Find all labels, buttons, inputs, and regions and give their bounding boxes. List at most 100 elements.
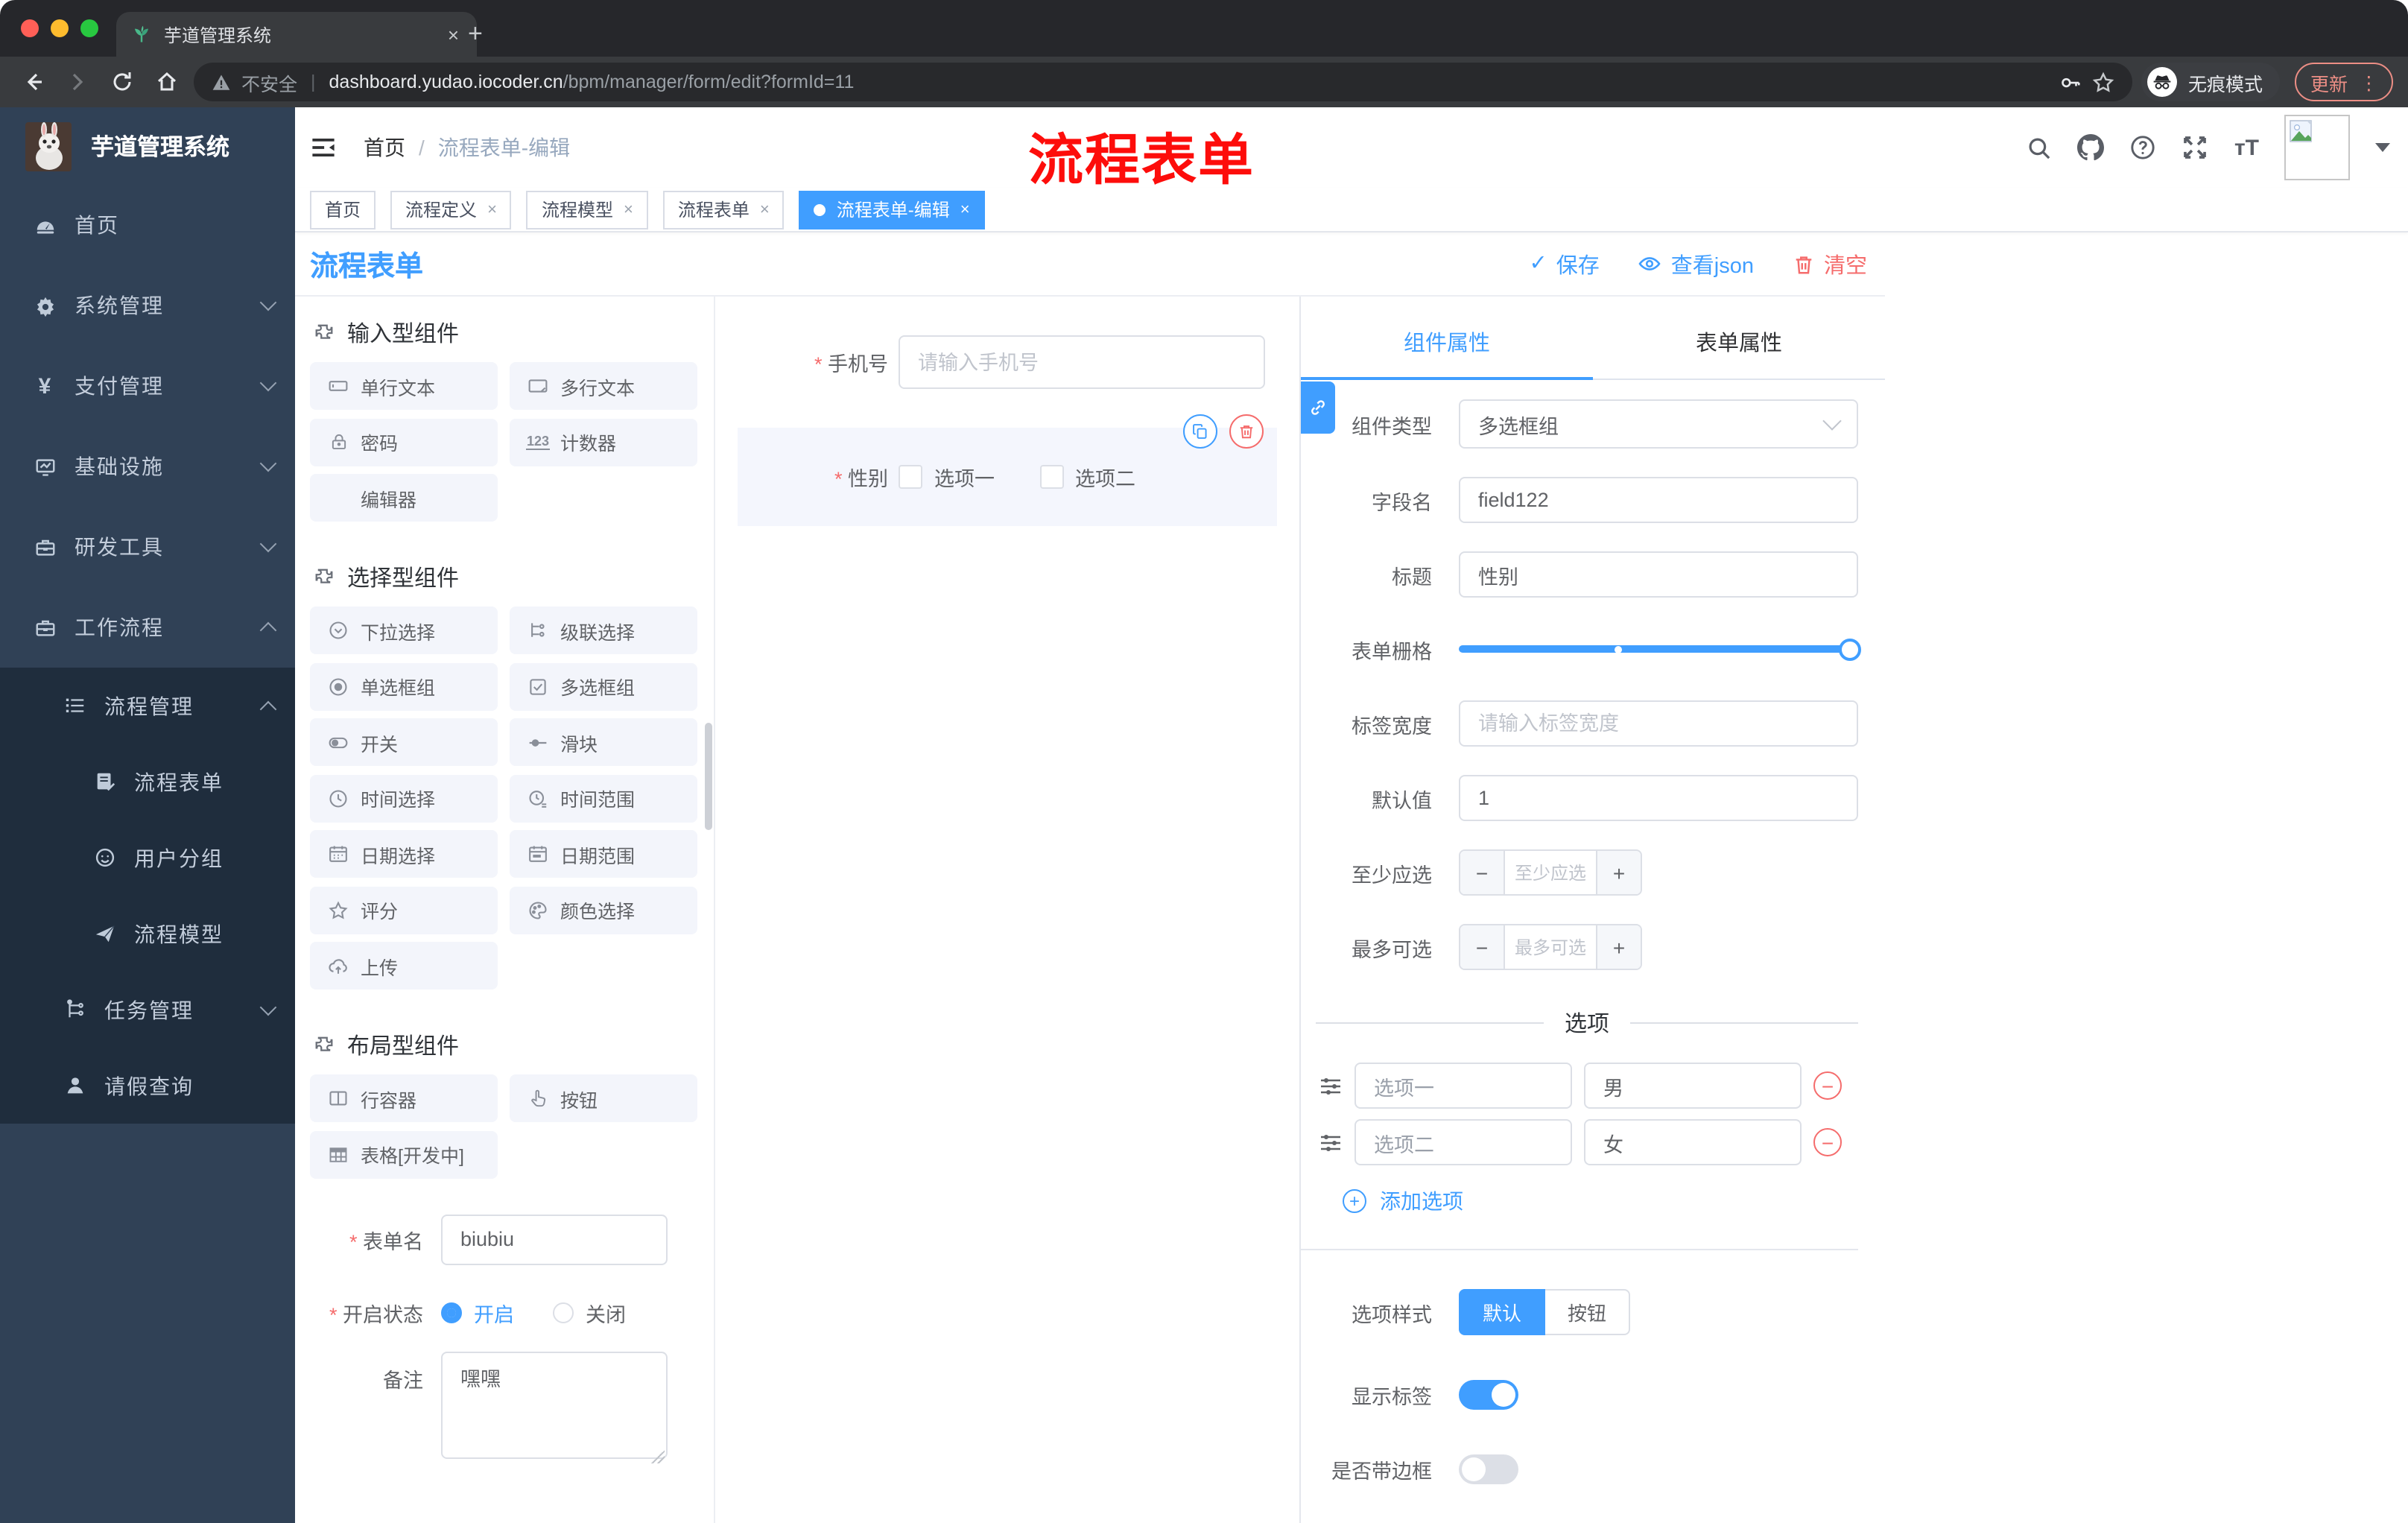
gender-option1-label[interactable]: 选项一 <box>934 462 995 492</box>
sidebar-item-system[interactable]: 系统管理 <box>0 265 295 346</box>
style-default-button[interactable]: 默认 <box>1459 1289 1546 1335</box>
sidebar-item-workflow[interactable]: 工作流程 <box>0 587 295 668</box>
component-item-upload[interactable]: 上传 <box>310 942 498 990</box>
component-item-radio-group[interactable]: 单选框组 <box>310 662 498 710</box>
component-item-table[interactable]: 表格[开发中] <box>310 1130 498 1178</box>
github-icon[interactable] <box>2077 134 2105 161</box>
sidebar-item-payment[interactable]: ¥ 支付管理 <box>0 346 295 426</box>
status-off-radio[interactable] <box>553 1302 574 1323</box>
style-button-button[interactable]: 按钮 <box>1545 1289 1631 1335</box>
new-tab-button[interactable]: + <box>468 21 483 46</box>
fullscreen-icon[interactable] <box>2182 134 2209 161</box>
drag-handle-icon[interactable] <box>1319 1074 1343 1098</box>
font-size-icon[interactable]: ᴛT <box>2234 135 2259 160</box>
tab-form-properties[interactable]: 表单属性 <box>1593 297 1885 379</box>
browser-menu-icon[interactable]: ⋮ <box>2360 71 2378 93</box>
slider-handle[interactable] <box>1839 638 1861 660</box>
border-toggle[interactable] <box>1459 1454 1518 1484</box>
stepper-minus-button[interactable]: − <box>1460 925 1505 969</box>
tag-process-form[interactable]: 流程表单 × <box>662 190 785 229</box>
sidebar-item-leave-query[interactable]: 请假查询 <box>0 1048 295 1124</box>
url-text[interactable]: dashboard.yudao.iocoder.cn/bpm/manager/f… <box>329 72 855 92</box>
window-controls[interactable] <box>21 19 98 37</box>
tag-process-model[interactable]: 流程模型 × <box>526 190 648 229</box>
tag-close-icon[interactable]: × <box>624 200 633 218</box>
password-key-icon[interactable] <box>2060 71 2082 93</box>
component-item-slider[interactable]: 滑块 <box>510 718 697 766</box>
form-canvas[interactable]: 手机号 性别 选项一 选项二 <box>715 297 1299 1523</box>
component-type-select[interactable]: 多选框组 <box>1459 399 1858 449</box>
textarea-resize-handle[interactable] <box>651 1449 665 1463</box>
component-item-counter[interactable]: 123 计数器 <box>510 418 697 466</box>
component-item-editor[interactable]: 编辑器 <box>310 474 498 522</box>
avatar-dropdown-caret-icon[interactable] <box>2375 143 2390 152</box>
sidebar-item-devtools[interactable]: 研发工具 <box>0 507 295 587</box>
avatar[interactable] <box>2284 115 2350 180</box>
add-option-link[interactable]: + 添加选项 <box>1343 1186 1858 1216</box>
zoom-window-button[interactable] <box>80 19 98 37</box>
component-item-password[interactable]: 密码 <box>310 418 498 466</box>
component-item-rate[interactable]: 评分 <box>310 886 498 934</box>
component-item-row-container[interactable]: 行容器 <box>310 1074 498 1122</box>
security-label[interactable]: 不安全 <box>241 68 297 96</box>
canvas-field-phone[interactable]: 手机号 <box>715 335 1265 389</box>
phone-input[interactable] <box>899 335 1265 389</box>
back-icon[interactable] <box>15 64 51 100</box>
component-item-switch[interactable]: 开关 <box>310 718 498 766</box>
component-item-date-range[interactable]: 日期范围 <box>510 830 697 878</box>
home-icon[interactable] <box>149 64 185 100</box>
help-question-icon[interactable] <box>2130 134 2157 161</box>
minimize-window-button[interactable] <box>51 19 69 37</box>
min-select-input[interactable]: 至少应选 <box>1505 851 1596 894</box>
stepper-minus-button[interactable]: − <box>1460 851 1505 894</box>
panel-drag-link-handle[interactable] <box>1301 381 1335 434</box>
gender-option1-checkbox[interactable] <box>899 465 922 489</box>
component-item-single-line-text[interactable]: 单行文本 <box>310 362 498 410</box>
gender-option2-label[interactable]: 选项二 <box>1075 462 1135 492</box>
reload-icon[interactable] <box>104 64 140 100</box>
address-bar[interactable]: 不安全 | dashboard.yudao.iocoder.cn/bpm/man… <box>194 63 2133 101</box>
tag-close-icon[interactable]: × <box>760 200 770 218</box>
label-width-input[interactable] <box>1459 700 1858 747</box>
remove-option-button[interactable]: − <box>1813 1128 1842 1156</box>
component-item-multi-line-text[interactable]: 多行文本 <box>510 362 697 410</box>
show-label-toggle[interactable] <box>1459 1380 1518 1410</box>
save-button[interactable]: ✓ 保存 <box>1529 248 1599 279</box>
stepper-plus-button[interactable]: + <box>1596 925 1641 969</box>
tag-process-definition[interactable]: 流程定义 × <box>390 190 512 229</box>
component-item-time-range[interactable]: 时间范围 <box>510 774 697 822</box>
panel-scrollbar[interactable] <box>705 723 712 830</box>
form-name-input[interactable] <box>441 1214 668 1264</box>
drag-handle-icon[interactable] <box>1319 1130 1343 1154</box>
component-item-time-picker[interactable]: 时间选择 <box>310 774 498 822</box>
clear-button[interactable]: 清空 <box>1793 248 1867 279</box>
sidebar-item-task-management[interactable]: 任务管理 <box>0 972 295 1048</box>
tag-home[interactable]: 首页 <box>310 190 376 229</box>
component-item-checkbox-group[interactable]: 多选框组 <box>510 662 697 710</box>
tag-close-icon[interactable]: × <box>960 200 970 218</box>
breadcrumb-home[interactable]: 首页 <box>364 133 405 162</box>
default-value-input[interactable] <box>1459 775 1858 821</box>
form-grid-slider[interactable] <box>1459 626 1861 672</box>
tag-process-form-edit[interactable]: 流程表单-编辑 × <box>799 190 985 229</box>
sidebar-item-process-management[interactable]: 流程管理 <box>0 668 295 744</box>
gender-option2-checkbox[interactable] <box>1039 465 1063 489</box>
duplicate-component-button[interactable] <box>1183 414 1217 449</box>
stepper-plus-button[interactable]: + <box>1596 851 1641 894</box>
search-icon[interactable] <box>2027 135 2053 160</box>
status-on-radio[interactable] <box>441 1302 462 1323</box>
bookmark-star-icon[interactable] <box>2093 71 2115 93</box>
status-off-label[interactable]: 关闭 <box>586 1297 626 1327</box>
option1-label-input[interactable] <box>1354 1063 1572 1109</box>
sidebar-item-infrastructure[interactable]: 基础设施 <box>0 426 295 507</box>
form-remark-textarea[interactable]: 嘿嘿 <box>441 1351 668 1458</box>
slider-track[interactable] <box>1459 645 1858 653</box>
option2-label-input[interactable] <box>1354 1119 1572 1165</box>
option1-value-input[interactable] <box>1584 1063 1802 1109</box>
canvas-field-gender-selected[interactable]: 性别 选项一 选项二 <box>738 414 1277 526</box>
component-item-date-picker[interactable]: 日期选择 <box>310 830 498 878</box>
tag-close-icon[interactable]: × <box>487 200 497 218</box>
component-item-color-picker[interactable]: 颜色选择 <box>510 886 697 934</box>
component-item-select[interactable]: 下拉选择 <box>310 607 498 654</box>
component-item-button[interactable]: 按钮 <box>510 1074 697 1122</box>
